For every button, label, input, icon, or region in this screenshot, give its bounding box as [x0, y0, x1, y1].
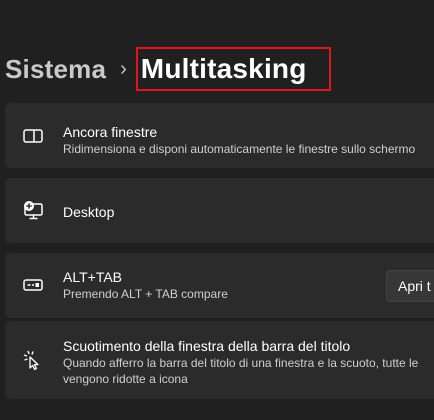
setting-description-line-2: vengono ridotte a icona: [63, 372, 188, 386]
setting-title: ALT+TAB: [63, 269, 123, 285]
setting-description: Ridimensiona e disponi automaticamente l…: [63, 142, 416, 156]
page-title: Multitasking: [140, 53, 307, 84]
setting-card-alt-tab[interactable]: ALT+TAB Premendo ALT + TAB compare: [5, 253, 434, 318]
setting-title: Desktop: [63, 204, 115, 220]
setting-card-desktop[interactable]: Desktop: [5, 178, 434, 243]
snap-windows-icon: [22, 125, 44, 147]
setting-description-line-1: Quando afferro la barra del titolo di un…: [63, 356, 419, 370]
alt-tab-icon: [22, 274, 44, 296]
breadcrumb-separator-icon: ›: [120, 58, 127, 80]
alt-tab-dropdown[interactable]: Apri t: [386, 270, 434, 302]
breadcrumb: Sistema › Multitasking: [5, 48, 307, 90]
desktop-icon: [22, 199, 44, 221]
setting-title: Scuotimento della finestra della barra d…: [63, 338, 351, 354]
settings-page: Sistema › Multitasking Ancora finestre R…: [0, 0, 434, 420]
setting-description: Premendo ALT + TAB compare: [63, 287, 228, 301]
breadcrumb-parent-sistema[interactable]: Sistema: [5, 54, 106, 85]
setting-card-title-bar-shake[interactable]: Scuotimento della finestra della barra d…: [5, 321, 434, 399]
setting-title: Ancora finestre: [63, 124, 158, 140]
shake-cursor-icon: [22, 349, 44, 371]
setting-card-snap-windows[interactable]: Ancora finestre Ridimensiona e disponi a…: [5, 103, 434, 168]
